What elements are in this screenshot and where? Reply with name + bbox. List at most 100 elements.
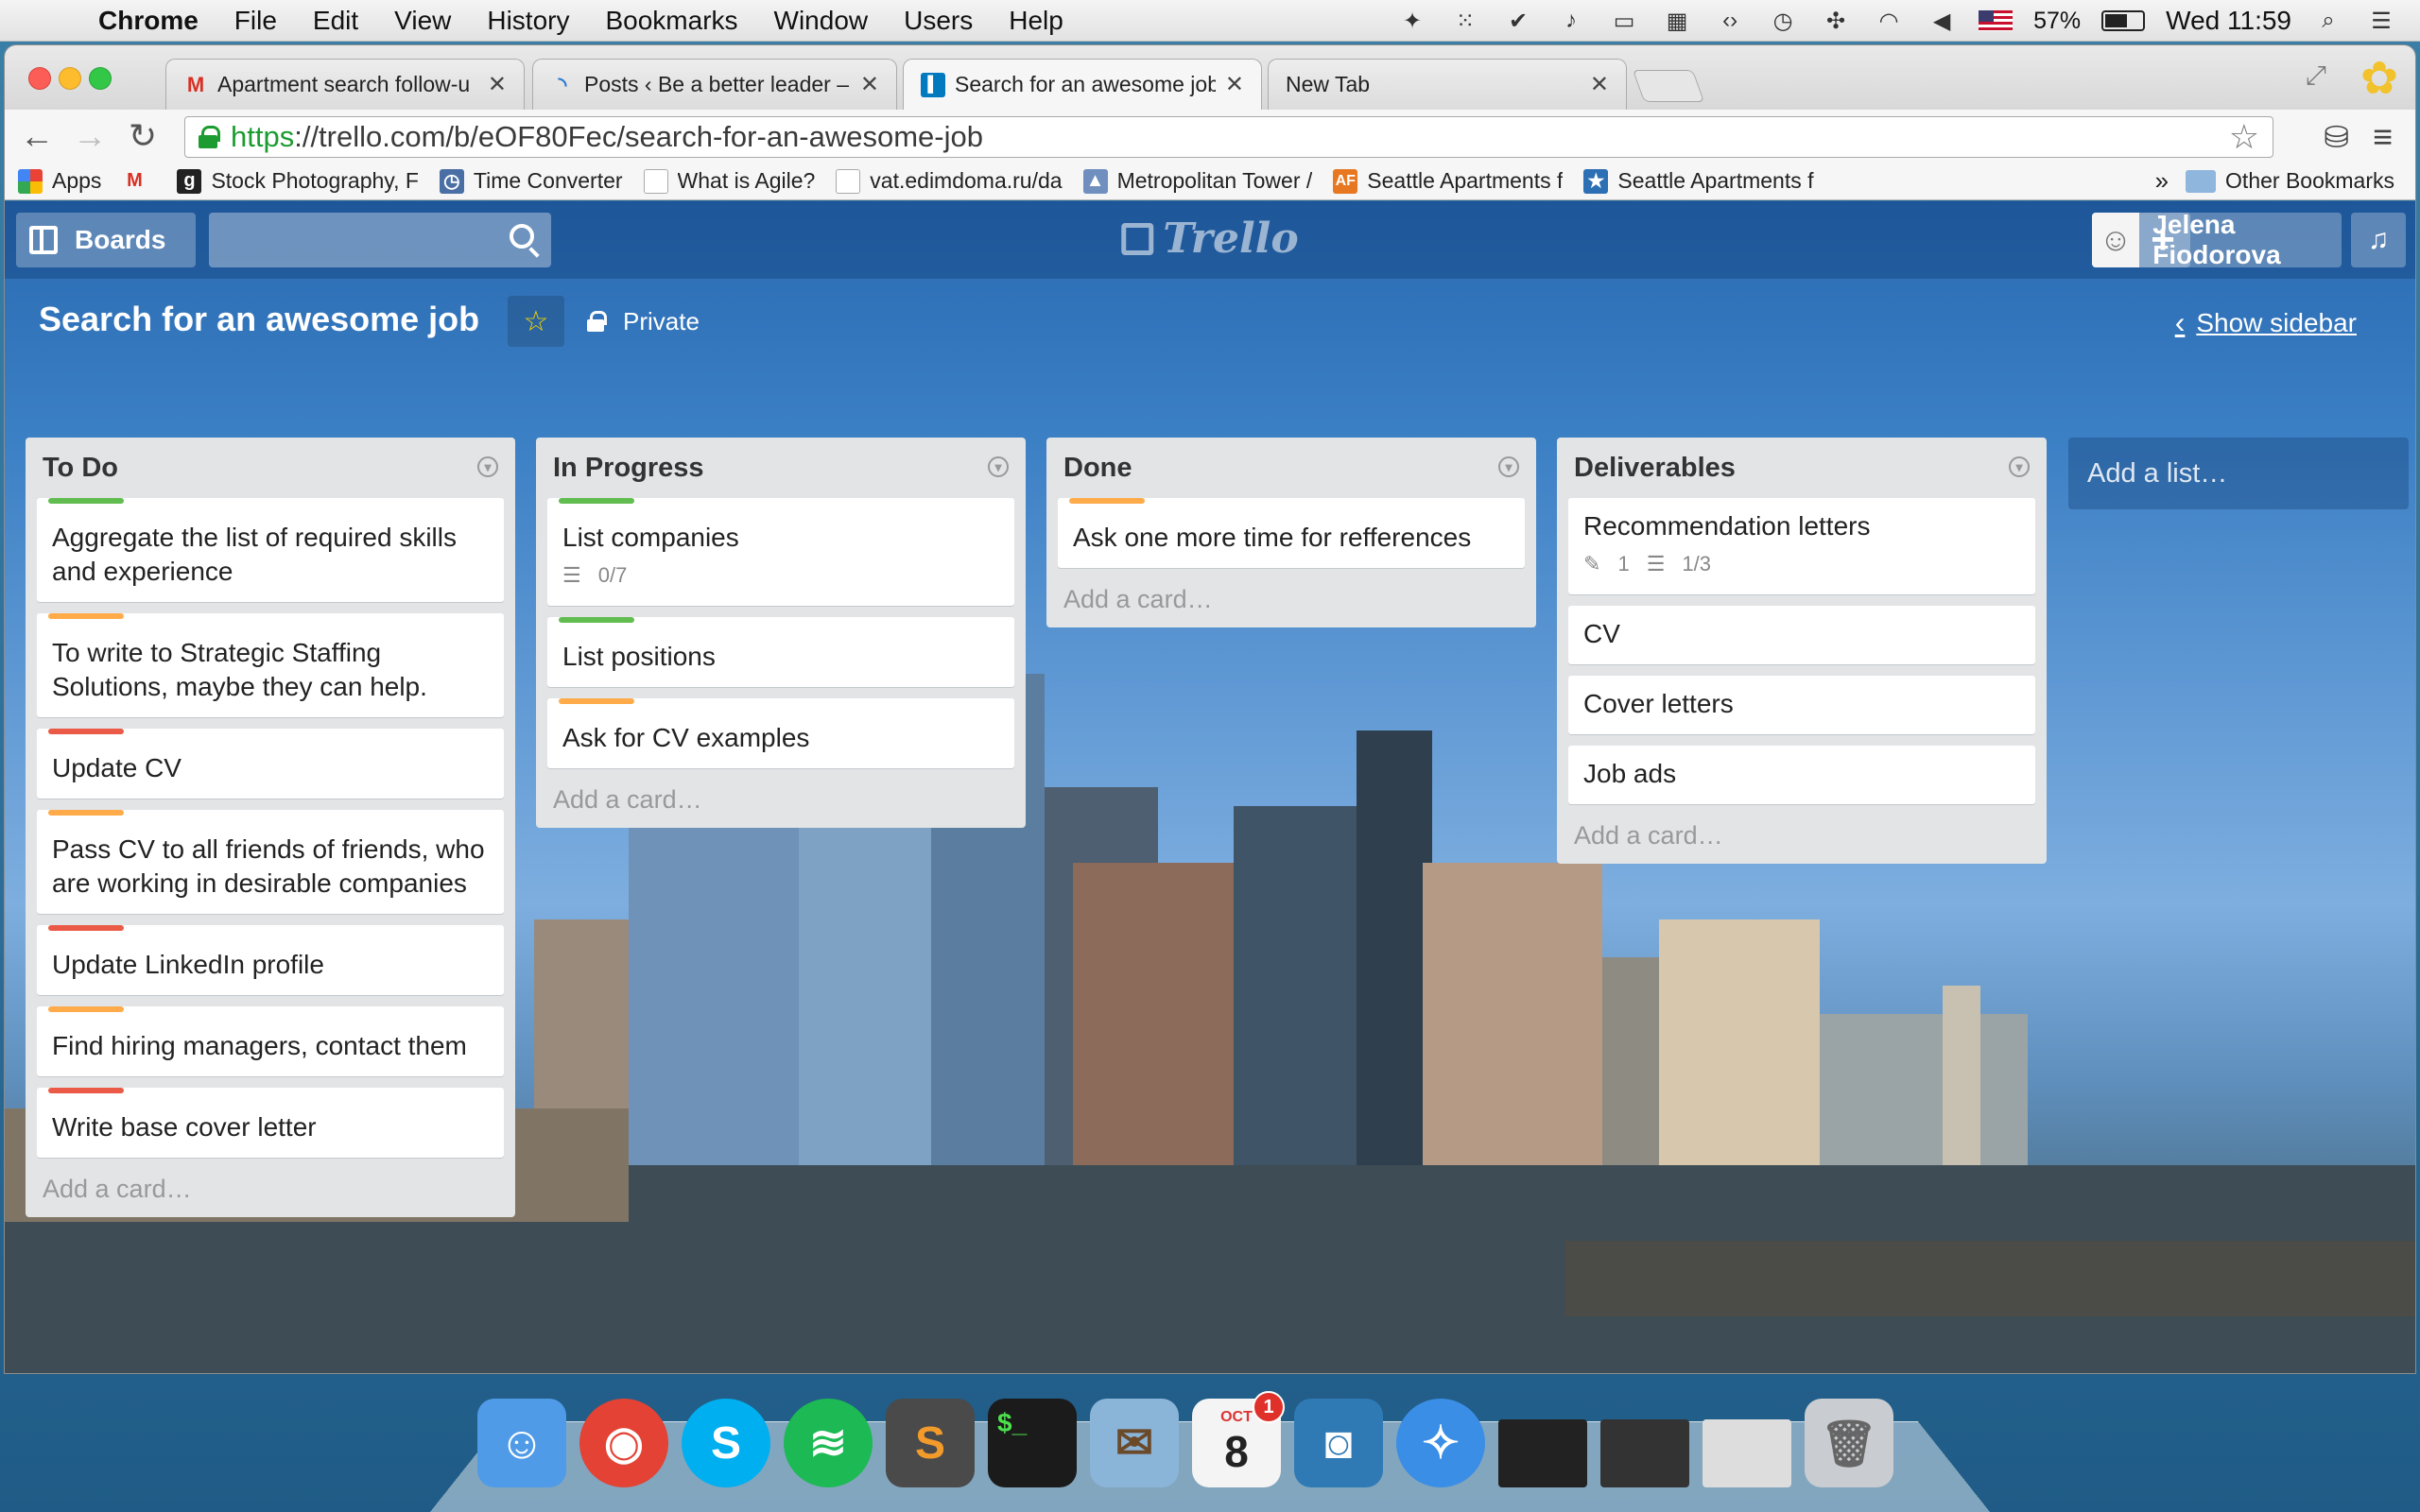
card[interactable]: Update LinkedIn profile <box>37 925 504 995</box>
card[interactable]: CV <box>1568 606 2035 664</box>
trash-icon[interactable]: 🗑 <box>1805 1399 1893 1487</box>
bookmark-metropolitan-tower[interactable]: ▲ Metropolitan Tower / <box>1082 168 1312 194</box>
menu-file[interactable]: File <box>234 6 277 36</box>
bookmark-apps[interactable]: Apps <box>18 168 101 194</box>
card[interactable]: To write to Strategic Staffing Solutions… <box>37 613 504 717</box>
back-button[interactable]: ← <box>16 115 58 157</box>
chrome-icon[interactable]: ◉ <box>579 1399 668 1487</box>
board-title[interactable]: Search for an awesome job <box>39 300 479 339</box>
list-header[interactable]: In Progress ▾ <box>547 438 1014 498</box>
input-source-flag-icon[interactable] <box>1979 10 2014 31</box>
zoom-window-button[interactable] <box>89 67 112 90</box>
airplay-icon[interactable]: ▭ <box>1608 7 1640 35</box>
forward-button[interactable]: → <box>69 115 111 157</box>
menu-edit[interactable]: Edit <box>313 6 358 36</box>
code-arrows-icon[interactable]: ‹› <box>1714 7 1746 35</box>
user-menu-button[interactable]: ☺ Jelena Fiodorova <box>2092 210 2342 269</box>
time-machine-icon[interactable]: ◷ <box>1767 7 1799 35</box>
card[interactable]: Recommendation letters ✎ 1 ☰ 1/3 <box>1568 498 2035 594</box>
profile-avatar-icon[interactable]: ✿ <box>2353 49 2406 108</box>
card[interactable]: Job ads <box>1568 746 2035 804</box>
card[interactable]: Aggregate the list of required skills an… <box>37 498 504 602</box>
close-window-button[interactable] <box>28 67 51 90</box>
menu-view[interactable]: View <box>394 6 451 36</box>
dropbox-icon[interactable]: ✦ <box>1396 7 1428 35</box>
close-tab-icon[interactable]: ✕ <box>488 71 507 98</box>
window-thumb-1[interactable] <box>1498 1419 1587 1487</box>
close-tab-icon[interactable]: ✕ <box>860 71 879 98</box>
minimize-window-button[interactable] <box>59 67 81 90</box>
notification-bell-icon[interactable]: ♪ <box>1555 7 1587 35</box>
spotlight-search-icon[interactable]: ⌕ <box>2312 7 2344 35</box>
card[interactable]: List positions <box>547 617 1014 687</box>
new-tab-button[interactable] <box>1632 70 1705 102</box>
star-board-button[interactable]: ☆ <box>508 296 564 347</box>
card[interactable]: List companies ☰ 0/7 <box>547 498 1014 606</box>
trello-logo[interactable]: Trello <box>1121 215 1299 263</box>
menu-window[interactable]: Window <box>774 6 869 36</box>
bookmark-star-icon[interactable]: ☆ <box>2229 117 2259 157</box>
window-thumb-3[interactable] <box>1703 1419 1791 1487</box>
chrome-menu-icon[interactable]: ≡ <box>2373 117 2393 157</box>
list-menu-icon[interactable]: ▾ <box>988 456 1009 477</box>
bookmark-edimdoma[interactable]: vat.edimdoma.ru/da <box>836 168 1063 194</box>
menu-bookmarks[interactable]: Bookmarks <box>605 6 737 36</box>
list-header[interactable]: Deliverables ▾ <box>1568 438 2035 498</box>
safari-icon[interactable]: ✧ <box>1396 1399 1485 1487</box>
wifi-icon[interactable]: ◠ <box>1873 7 1905 35</box>
add-list-button[interactable]: Add a list… <box>2068 438 2409 509</box>
add-card-link[interactable]: Add a card… <box>37 1169 504 1204</box>
sublime-icon[interactable]: S <box>886 1399 975 1487</box>
checkmark-app-icon[interactable]: ✔ <box>1502 7 1534 35</box>
battery-icon[interactable] <box>2101 10 2146 31</box>
mail-icon[interactable]: ✉ <box>1090 1399 1179 1487</box>
add-card-link[interactable]: Add a card… <box>1568 816 2035 850</box>
list-header[interactable]: Done ▾ <box>1058 438 1525 498</box>
menu-history[interactable]: History <box>487 6 569 36</box>
menu-help[interactable]: Help <box>1009 6 1063 36</box>
card[interactable]: Ask one more time for refferences <box>1058 498 1525 568</box>
bookmark-stock-photography[interactable]: g Stock Photography, F <box>177 168 419 194</box>
add-card-link[interactable]: Add a card… <box>1058 579 1525 614</box>
grid-dots-icon[interactable]: ⁙ <box>1449 7 1481 35</box>
window-thumb-2[interactable] <box>1600 1419 1689 1487</box>
spotify-icon[interactable]: ≋ <box>784 1399 873 1487</box>
close-tab-icon[interactable]: ✕ <box>1225 71 1244 98</box>
card[interactable]: Write base cover letter <box>37 1088 504 1158</box>
finder-icon[interactable]: ☺ <box>477 1399 566 1487</box>
card[interactable]: Ask for CV examples <box>547 698 1014 768</box>
show-sidebar-link[interactable]: ‹ Show sidebar <box>2175 305 2357 340</box>
fullscreen-icon[interactable]: ⤢ <box>2306 60 2326 92</box>
list-menu-icon[interactable]: ▾ <box>1498 456 1519 477</box>
list-menu-icon[interactable]: ▾ <box>477 456 498 477</box>
card[interactable]: Update CV <box>37 729 504 799</box>
bookmark-what-is-agile[interactable]: What is Agile? <box>643 168 815 194</box>
notification-center-icon[interactable]: ☰ <box>2365 7 2397 35</box>
notifications-button[interactable]: ♫ <box>2351 213 2406 267</box>
list-header[interactable]: To Do ▾ <box>37 438 504 498</box>
bookmark-seattle-apartments-2[interactable]: ★ Seattle Apartments f <box>1583 168 1814 194</box>
bookmark-seattle-apartments-1[interactable]: AF Seattle Apartments f <box>1333 168 1563 194</box>
reload-button[interactable]: ↻ <box>122 115 164 157</box>
bookmark-time-converter[interactable]: ◷ Time Converter <box>439 168 623 194</box>
clock[interactable]: Wed 11:59 <box>2166 6 2291 36</box>
tab-apartment-search[interactable]: M Apartment search follow-u ✕ <box>165 59 525 110</box>
add-card-link[interactable]: Add a card… <box>547 780 1014 815</box>
other-bookmarks-folder[interactable]: Other Bookmarks <box>2186 168 2394 194</box>
boards-button[interactable]: Boards <box>16 213 196 267</box>
card[interactable]: Find hiring managers, contact them <box>37 1006 504 1076</box>
terminal-icon[interactable]: $_ <box>988 1399 1077 1487</box>
menu-app[interactable]: Chrome <box>98 6 199 36</box>
search-icon[interactable] <box>510 224 534 249</box>
bookmark-gmail[interactable]: M <box>122 169 156 194</box>
tab-posts[interactable]: ◝ Posts ‹ Be a better leader – ✕ <box>532 59 897 110</box>
card[interactable]: Cover letters <box>1568 676 2035 734</box>
card[interactable]: Pass CV to all friends of friends, who a… <box>37 810 504 914</box>
skype-icon[interactable]: S <box>682 1399 770 1487</box>
visibility-button[interactable]: Private <box>587 296 700 347</box>
keyboard-icon[interactable]: ▦ <box>1661 7 1693 35</box>
close-tab-icon[interactable]: ✕ <box>1590 71 1609 98</box>
tab-trello-board[interactable]: ▌ Search for an awesome job ✕ <box>903 59 1262 110</box>
volume-icon[interactable]: ◀ <box>1926 7 1958 35</box>
tab-new-tab[interactable]: New Tab ✕ <box>1268 59 1627 110</box>
